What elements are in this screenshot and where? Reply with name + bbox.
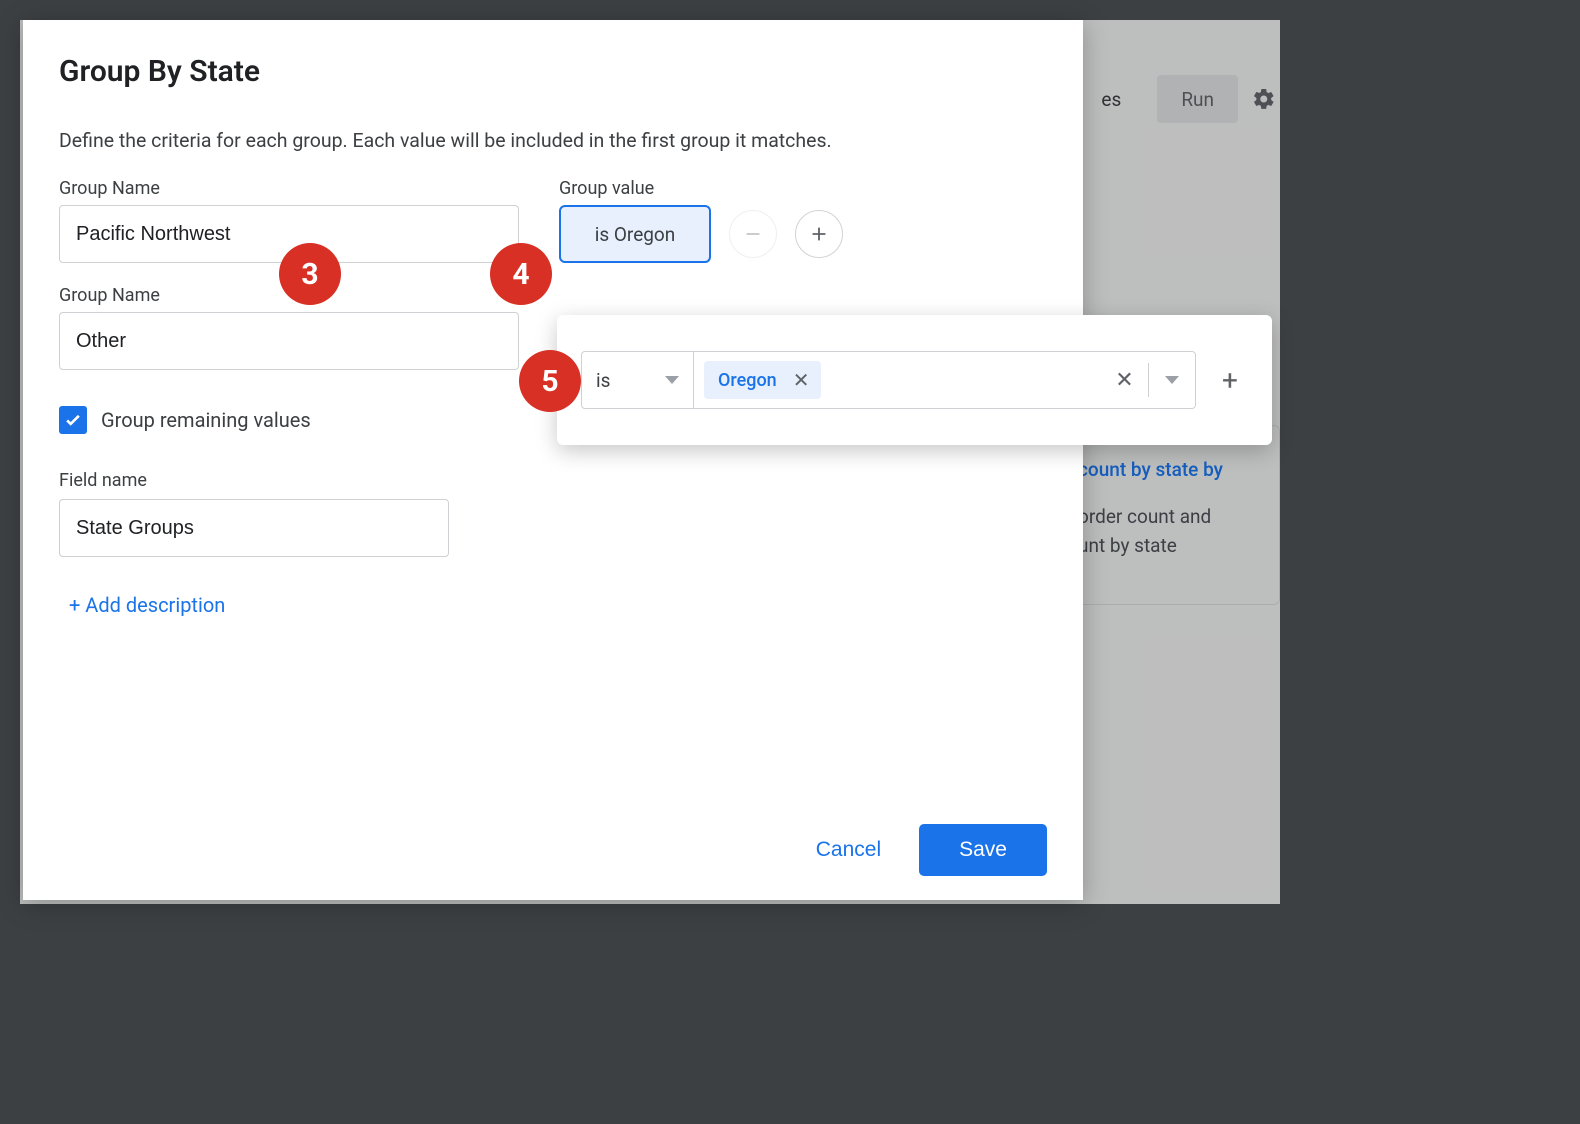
filter-operator-dropdown[interactable]: is [582, 352, 694, 408]
clear-filter-button[interactable]: ✕ [1102, 352, 1148, 408]
remove-value-button [729, 210, 777, 258]
callout-3: 3 [279, 243, 341, 305]
add-description-link[interactable]: + Add description [69, 593, 1047, 617]
group-row-0: Group Name Group value is Oregon [59, 178, 1047, 263]
modal-description: Define the criteria for each group. Each… [59, 129, 1047, 152]
plus-icon: + [1222, 364, 1238, 397]
group-remaining-checkbox[interactable] [59, 406, 87, 434]
cancel-button[interactable]: Cancel [816, 838, 881, 862]
add-value-button[interactable] [795, 210, 843, 258]
add-filter-button[interactable]: + [1212, 364, 1248, 397]
modal-title: Group By State [59, 54, 1047, 89]
group-remaining-label: Group remaining values [101, 408, 311, 432]
callout-4: 4 [490, 243, 552, 305]
modal-footer: Cancel Save [59, 814, 1047, 876]
filter-popover: is Oregon ✕ ✕ + [557, 315, 1272, 445]
filter-more-dropdown[interactable] [1149, 352, 1195, 408]
filter-control: is Oregon ✕ ✕ [581, 351, 1196, 409]
save-button[interactable]: Save [919, 824, 1047, 876]
field-name-label: Field name [59, 470, 1047, 491]
filter-operator-label: is [596, 369, 610, 392]
group-name-label: Group Name [59, 178, 519, 199]
group-value-chip-label: is Oregon [595, 223, 676, 246]
field-name-input[interactable] [59, 499, 449, 557]
group-name-input-1[interactable] [59, 312, 519, 370]
caret-down-icon [665, 376, 679, 384]
filter-value-chip: Oregon ✕ [704, 361, 821, 399]
chip-remove-icon[interactable]: ✕ [789, 370, 814, 390]
caret-down-icon [1165, 376, 1179, 384]
minus-icon [742, 223, 764, 245]
filter-value-chip-label: Oregon [718, 370, 777, 391]
filter-value-area[interactable]: Oregon ✕ [694, 352, 1102, 408]
group-by-modal: Group By State Define the criteria for e… [23, 20, 1083, 900]
plus-icon [808, 223, 830, 245]
close-icon: ✕ [1115, 368, 1133, 393]
group-value-label: Group value [559, 178, 1047, 199]
callout-5: 5 [519, 350, 581, 412]
group-value-chip[interactable]: is Oregon [559, 205, 711, 263]
check-icon [63, 410, 83, 430]
